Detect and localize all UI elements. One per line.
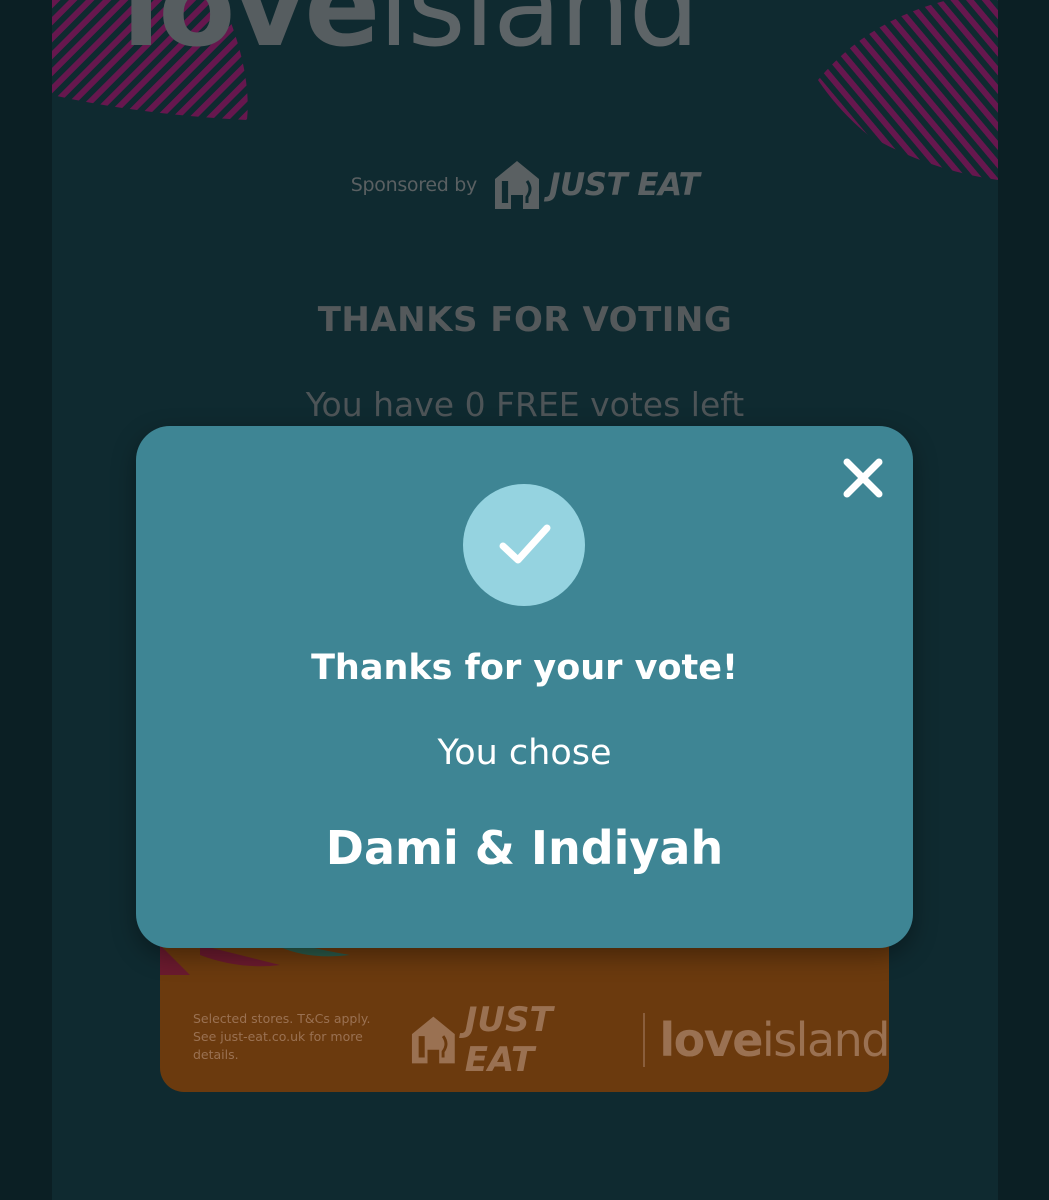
sponsor-label: Sponsored by	[350, 174, 478, 196]
promo-island-text: island	[761, 1013, 889, 1067]
sponsor-banner: Sponsored by JUST EAT	[52, 155, 998, 215]
success-badge	[463, 484, 585, 606]
just-eat-logo: JUST EAT	[493, 159, 700, 211]
left-margin	[0, 0, 52, 1200]
love-island-logo: loveisland	[122, 0, 700, 72]
checkmark-icon	[499, 524, 551, 564]
logo-island-text: island	[378, 0, 699, 72]
promo-just-eat-wordmark: JUST EAT	[464, 1000, 553, 1080]
right-margin	[998, 0, 1049, 1200]
modal-subtitle: You chose	[437, 733, 612, 773]
close-icon[interactable]	[839, 454, 887, 502]
thanks-heading: THANKS FOR VOTING	[317, 300, 733, 340]
just-eat-wordmark: JUST EAT	[548, 167, 700, 203]
votes-left-text: You have 0 FREE votes left	[305, 385, 745, 424]
promo-terms: Selected stores. T&Cs apply. See just-ea…	[193, 1011, 371, 1062]
promo-love-island-logo: loveisland	[659, 1013, 889, 1067]
promo-divider	[643, 1013, 646, 1067]
modal-title: Thanks for your vote!	[311, 648, 738, 688]
vote-confirmation-modal: Thanks for your vote! You chose Dami & I…	[136, 426, 913, 948]
chosen-couple: Dami & Indiyah	[325, 821, 724, 875]
promo-brands: JUST EAT loveisland	[410, 1000, 889, 1080]
promo-love-text: love	[659, 1013, 763, 1067]
close-button[interactable]	[839, 454, 887, 502]
logo-love-text: love	[122, 0, 380, 72]
promo-just-eat-logo: JUST EAT	[410, 1000, 629, 1080]
just-eat-house-icon	[494, 161, 539, 209]
promo-house-icon	[411, 1016, 455, 1064]
